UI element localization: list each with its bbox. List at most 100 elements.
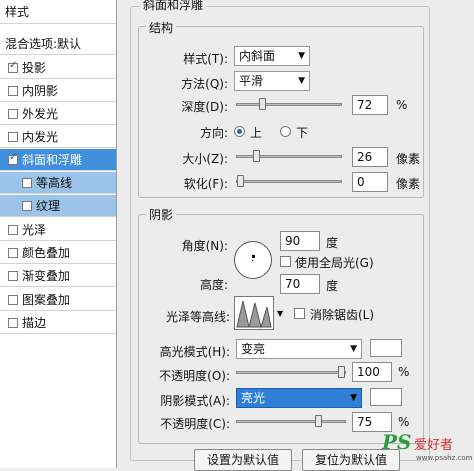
style-item-2[interactable]: 外发光: [0, 103, 116, 125]
style-item-3[interactable]: 内发光: [0, 126, 116, 148]
shadow-opacity-slider[interactable]: [236, 415, 346, 427]
styles-header[interactable]: 样式: [0, 0, 116, 24]
style-item-checkbox[interactable]: [8, 270, 18, 281]
highlight-opacity-thumb[interactable]: [338, 366, 345, 378]
antialiased-label: 消除锯齿(L): [310, 308, 375, 322]
blend-options-label: 混合选项:默认: [5, 37, 82, 51]
antialiased-checkbox[interactable]: [294, 308, 305, 319]
angle-dial-center: [252, 255, 255, 258]
depth-label: 深度(D):: [181, 100, 228, 114]
style-item-checkbox[interactable]: [8, 317, 18, 328]
style-item-checkbox[interactable]: [22, 177, 32, 188]
altitude-unit: 度: [326, 279, 339, 293]
angle-dial-dot: [252, 260, 253, 261]
highlight-opacity-label: 不透明度(O):: [159, 369, 230, 383]
style-item-8[interactable]: 颜色叠加: [0, 242, 116, 264]
style-item-label: 内发光: [22, 130, 59, 144]
gloss-contour-picker[interactable]: [234, 296, 274, 330]
depth-slider-thumb[interactable]: [259, 98, 266, 110]
shadow-color-swatch[interactable]: [370, 388, 402, 406]
style-item-label: 图案叠加: [22, 293, 71, 307]
style-item-4[interactable]: 斜面和浮雕: [0, 149, 116, 171]
altitude-label: 高度:: [199, 278, 228, 292]
soften-input[interactable]: 0: [352, 172, 388, 192]
chevron-down-icon: ▼: [298, 76, 305, 86]
technique-select-value: 平滑: [239, 74, 264, 88]
soften-unit: 像素: [396, 177, 421, 191]
highlight-mode-select[interactable]: 变亮 ▼: [236, 339, 362, 359]
style-item-checkbox[interactable]: [8, 247, 18, 258]
style-select-value: 内斜面: [239, 49, 276, 63]
style-item-9[interactable]: 渐变叠加: [0, 265, 116, 287]
style-item-label: 内阴影: [22, 84, 59, 98]
soften-slider-thumb[interactable]: [237, 175, 244, 187]
highlight-color-swatch[interactable]: [370, 339, 402, 357]
highlight-opacity-slider[interactable]: [236, 366, 346, 378]
shadow-opacity-unit: %: [398, 415, 410, 429]
angle-input[interactable]: 90: [280, 231, 320, 251]
styles-panel: 样式 混合选项:默认 投影内阴影外发光内发光斜面和浮雕等高线纹理光泽颜色叠加渐变…: [0, 0, 117, 468]
shadow-opacity-thumb[interactable]: [315, 415, 322, 427]
style-item-checkbox[interactable]: [8, 108, 18, 119]
highlight-mode-label: 高光模式(H):: [159, 345, 230, 359]
technique-select[interactable]: 平滑 ▼: [234, 71, 310, 91]
technique-label: 方法(Q):: [181, 77, 228, 91]
global-light-label: 使用全局光(G): [295, 256, 374, 270]
angle-dial[interactable]: [234, 241, 272, 279]
contour-dropdown-icon[interactable]: ▼: [277, 309, 283, 318]
style-item-6[interactable]: 纹理: [0, 195, 116, 217]
style-item-checkbox[interactable]: [8, 224, 18, 235]
style-item-11[interactable]: 描边: [0, 312, 116, 334]
style-item-label: 描边: [22, 316, 47, 330]
direction-down-radio[interactable]: [280, 126, 291, 137]
angle-label: 角度(N):: [181, 239, 228, 253]
depth-slider[interactable]: [236, 98, 342, 110]
style-item-10[interactable]: 图案叠加: [0, 289, 116, 311]
style-item-checkbox[interactable]: [22, 200, 32, 211]
style-item-1[interactable]: 内阴影: [0, 80, 116, 102]
style-select[interactable]: 内斜面 ▼: [234, 46, 310, 66]
watermark-text: 爱好者: [414, 438, 454, 453]
style-item-label: 渐变叠加: [22, 269, 71, 283]
style-item-0[interactable]: 投影: [0, 57, 116, 79]
direction-label: 方向:: [199, 126, 228, 140]
style-item-label: 斜面和浮雕: [22, 153, 83, 167]
size-label: 大小(Z):: [182, 152, 228, 166]
size-slider-thumb[interactable]: [253, 150, 260, 162]
style-item-checkbox[interactable]: [8, 85, 18, 96]
bevel-emboss-title: 斜面和浮雕: [140, 0, 207, 13]
angle-unit: 度: [326, 236, 339, 250]
direction-up-label: 上: [250, 126, 263, 140]
structure-title: 结构: [146, 19, 177, 36]
direction-up-radio[interactable]: [234, 126, 245, 137]
style-item-checkbox[interactable]: [8, 60, 18, 73]
size-unit: 像素: [396, 152, 421, 166]
style-item-checkbox[interactable]: [8, 131, 18, 142]
style-item-checkbox[interactable]: [8, 152, 18, 165]
altitude-input[interactable]: 70: [280, 274, 320, 294]
shadow-mode-label: 阴影模式(A):: [160, 394, 230, 408]
chevron-down-icon: ▼: [350, 393, 357, 403]
highlight-opacity-input[interactable]: 100: [352, 362, 392, 382]
highlight-mode-value: 变亮: [241, 342, 266, 356]
shadow-mode-select[interactable]: 亮光 ▼: [236, 388, 362, 408]
chevron-down-icon: ▼: [350, 344, 357, 354]
style-item-5[interactable]: 等高线: [0, 172, 116, 194]
global-light-checkbox[interactable]: [280, 256, 291, 267]
watermark-url: www.psahz.com: [416, 454, 473, 462]
direction-down-label: 下: [296, 126, 309, 140]
size-input[interactable]: 26: [352, 147, 388, 167]
blend-options-item[interactable]: 混合选项:默认: [0, 33, 116, 55]
styles-header-label: 样式: [5, 5, 30, 19]
style-item-label: 外发光: [22, 107, 59, 121]
soften-label: 软化(F):: [183, 177, 228, 191]
watermark-logo: PS 爱好者 www.psahz.com: [382, 428, 474, 468]
soften-slider[interactable]: [236, 175, 342, 187]
depth-input[interactable]: 72: [352, 95, 388, 115]
style-item-label: 颜色叠加: [22, 246, 71, 260]
size-slider[interactable]: [236, 150, 342, 162]
style-item-checkbox[interactable]: [8, 294, 18, 305]
style-item-7[interactable]: 光泽: [0, 219, 116, 241]
chevron-down-icon: ▼: [298, 51, 305, 61]
shadow-opacity-label: 不透明度(C):: [160, 417, 230, 431]
